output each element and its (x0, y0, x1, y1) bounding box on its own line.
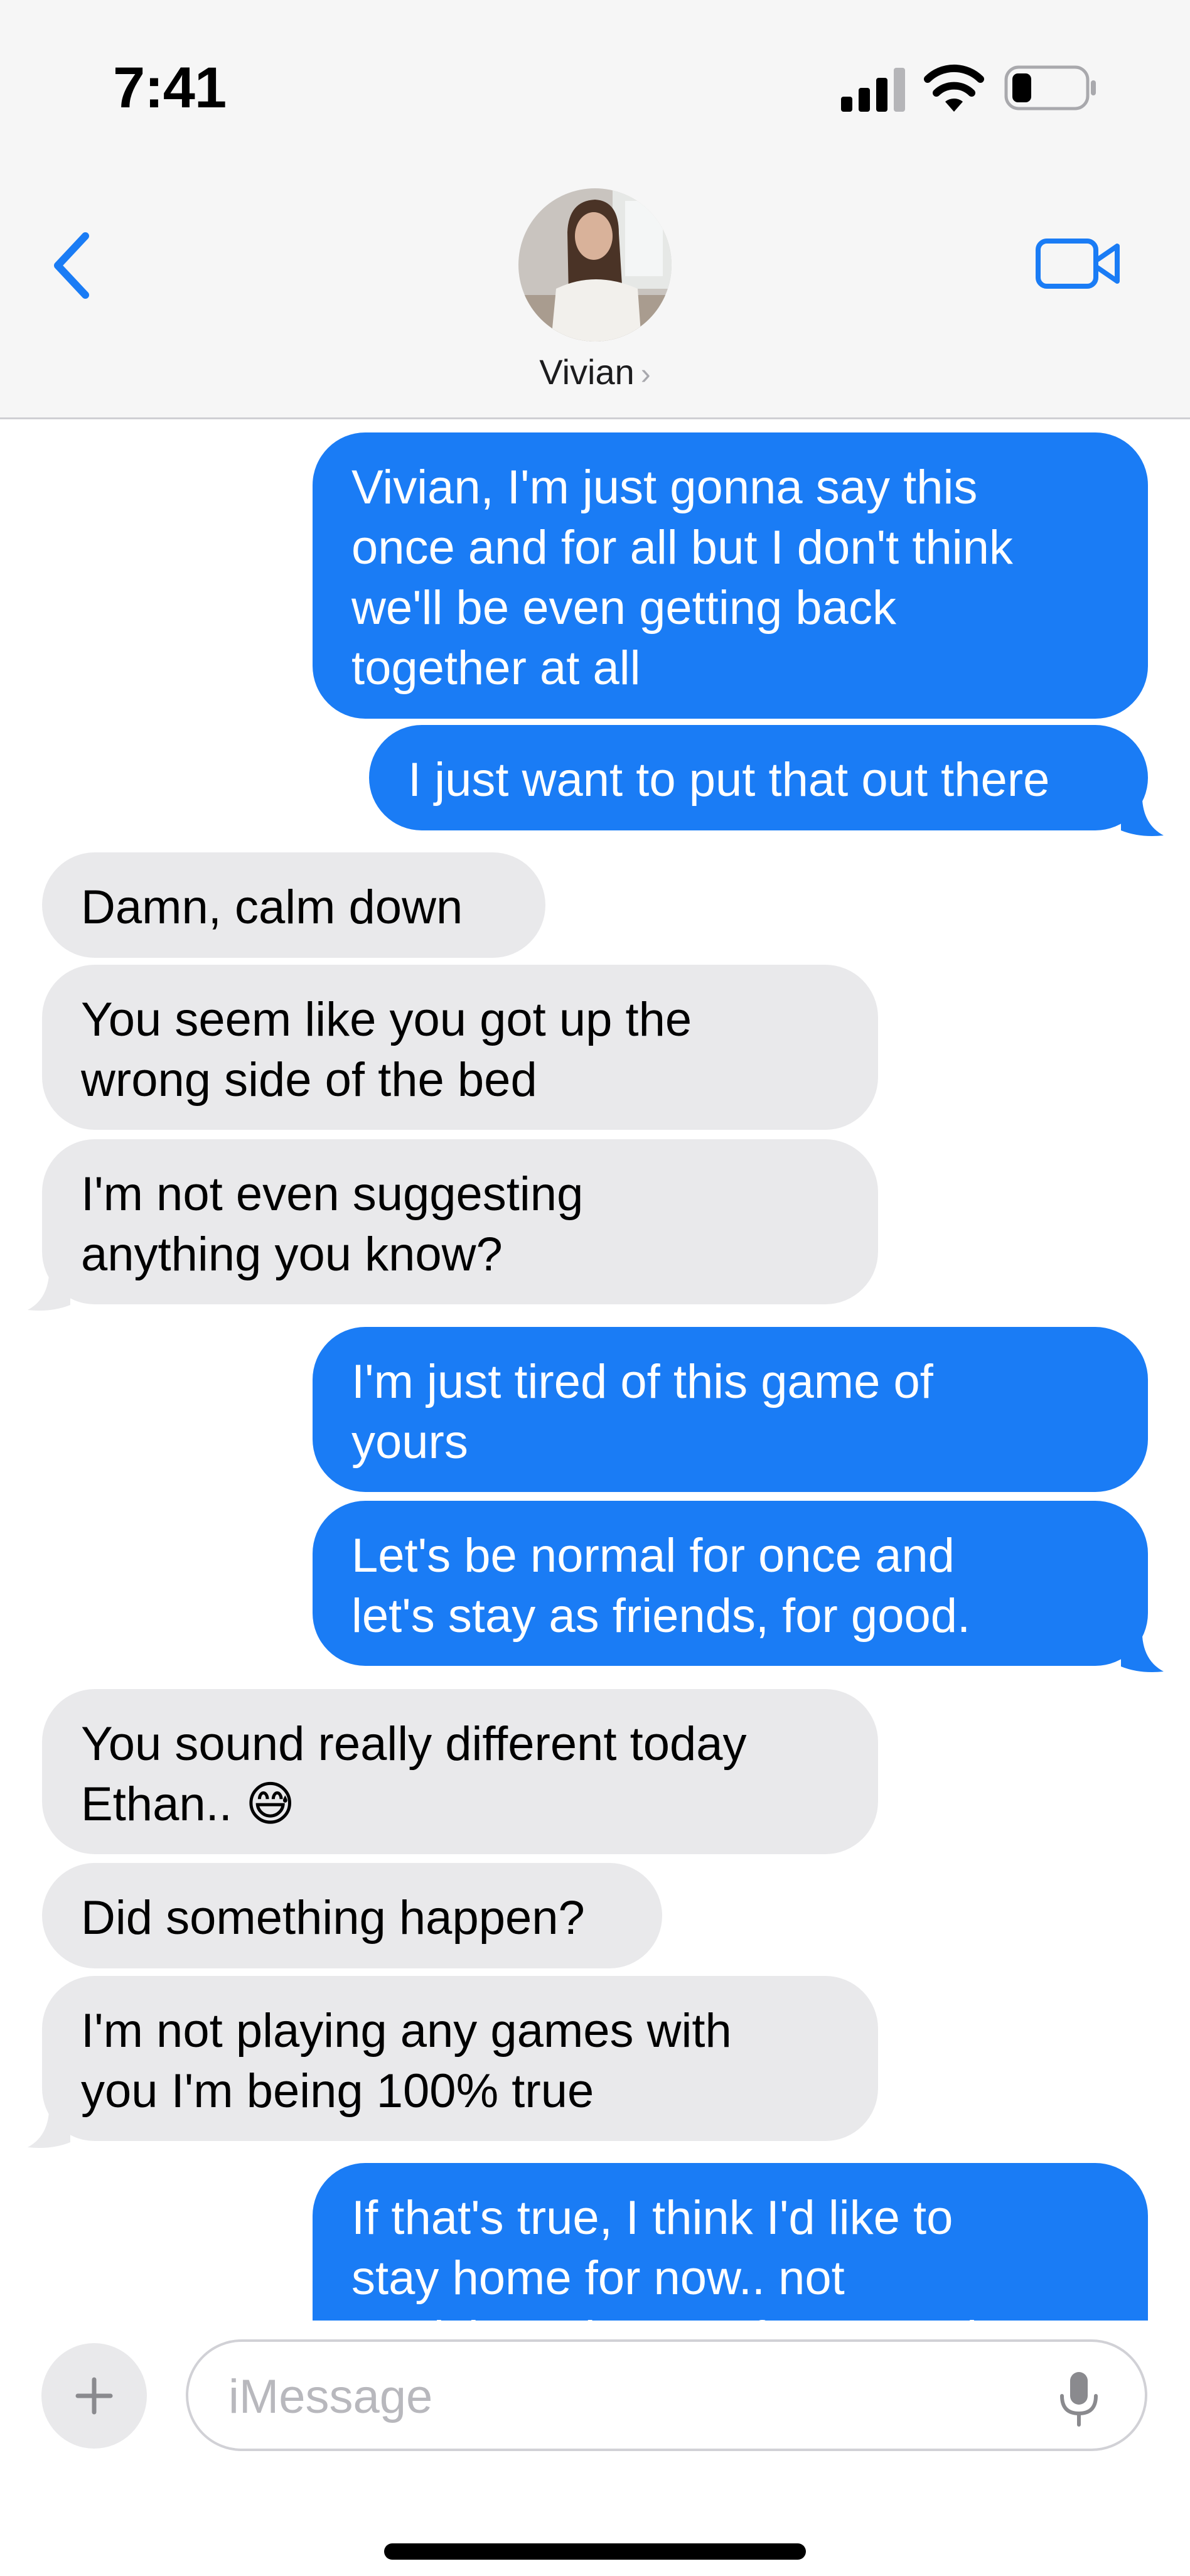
compose-bar: iMessage (0, 2321, 1190, 2576)
video-call-button[interactable] (1034, 232, 1122, 295)
apps-plus-button[interactable] (41, 2343, 147, 2449)
bubble-tail-incoming (28, 2100, 70, 2148)
back-button[interactable] (44, 225, 100, 306)
message-bubble-outgoing[interactable]: I just want to put that out there (369, 725, 1148, 830)
message-bubble-incoming[interactable]: Did something happen? (42, 1863, 662, 1968)
chevron-right-icon: › (640, 358, 651, 391)
input-placeholder: iMessage (228, 2370, 433, 2423)
conversation-header: 7:41 Vivian › (0, 0, 1190, 419)
cellular-signal-icon (841, 68, 905, 112)
message-bubble-outgoing[interactable]: Let's be normal for once and let's stay … (313, 1501, 1148, 1666)
message-bubble-incoming[interactable]: I'm not even suggesting anything you kno… (42, 1139, 878, 1304)
message-bubble-incoming[interactable]: I'm not playing any games with you I'm b… (42, 1976, 878, 2141)
home-indicator[interactable] (384, 2543, 806, 2560)
bubble-tail-outgoing (1121, 788, 1164, 836)
microphone-icon[interactable] (1057, 2369, 1101, 2427)
contact-name[interactable]: Vivian › (0, 352, 1190, 392)
message-bubble-outgoing[interactable]: If that's true, I think I'd like to stay… (313, 2163, 1148, 2321)
message-bubble-outgoing[interactable]: Vivian, I'm just gonna say this once and… (313, 432, 1148, 719)
contact-name-label: Vivian (539, 352, 635, 392)
message-bubble-incoming[interactable]: You seem like you got up the wrong side … (42, 965, 878, 1130)
message-bubble-incoming[interactable]: You sound really different today Ethan..… (42, 1689, 878, 1854)
wifi-icon (924, 64, 984, 112)
contact-avatar[interactable] (518, 188, 672, 341)
message-bubble-outgoing[interactable]: I'm just tired of this game of yours (313, 1327, 1148, 1492)
bubble-tail-incoming (28, 1262, 70, 1311)
avatar-photo-icon (518, 188, 672, 341)
bubble-tail-outgoing (1121, 1624, 1164, 1672)
status-time: 7:41 (113, 56, 227, 120)
plus-icon (75, 2377, 113, 2415)
message-thread[interactable]: Vivian, I'm just gonna say this once and… (0, 421, 1190, 2321)
battery-icon (1004, 65, 1096, 110)
imessage-input[interactable]: iMessage (186, 2339, 1147, 2451)
message-bubble-incoming[interactable]: Damn, calm down (42, 852, 545, 958)
